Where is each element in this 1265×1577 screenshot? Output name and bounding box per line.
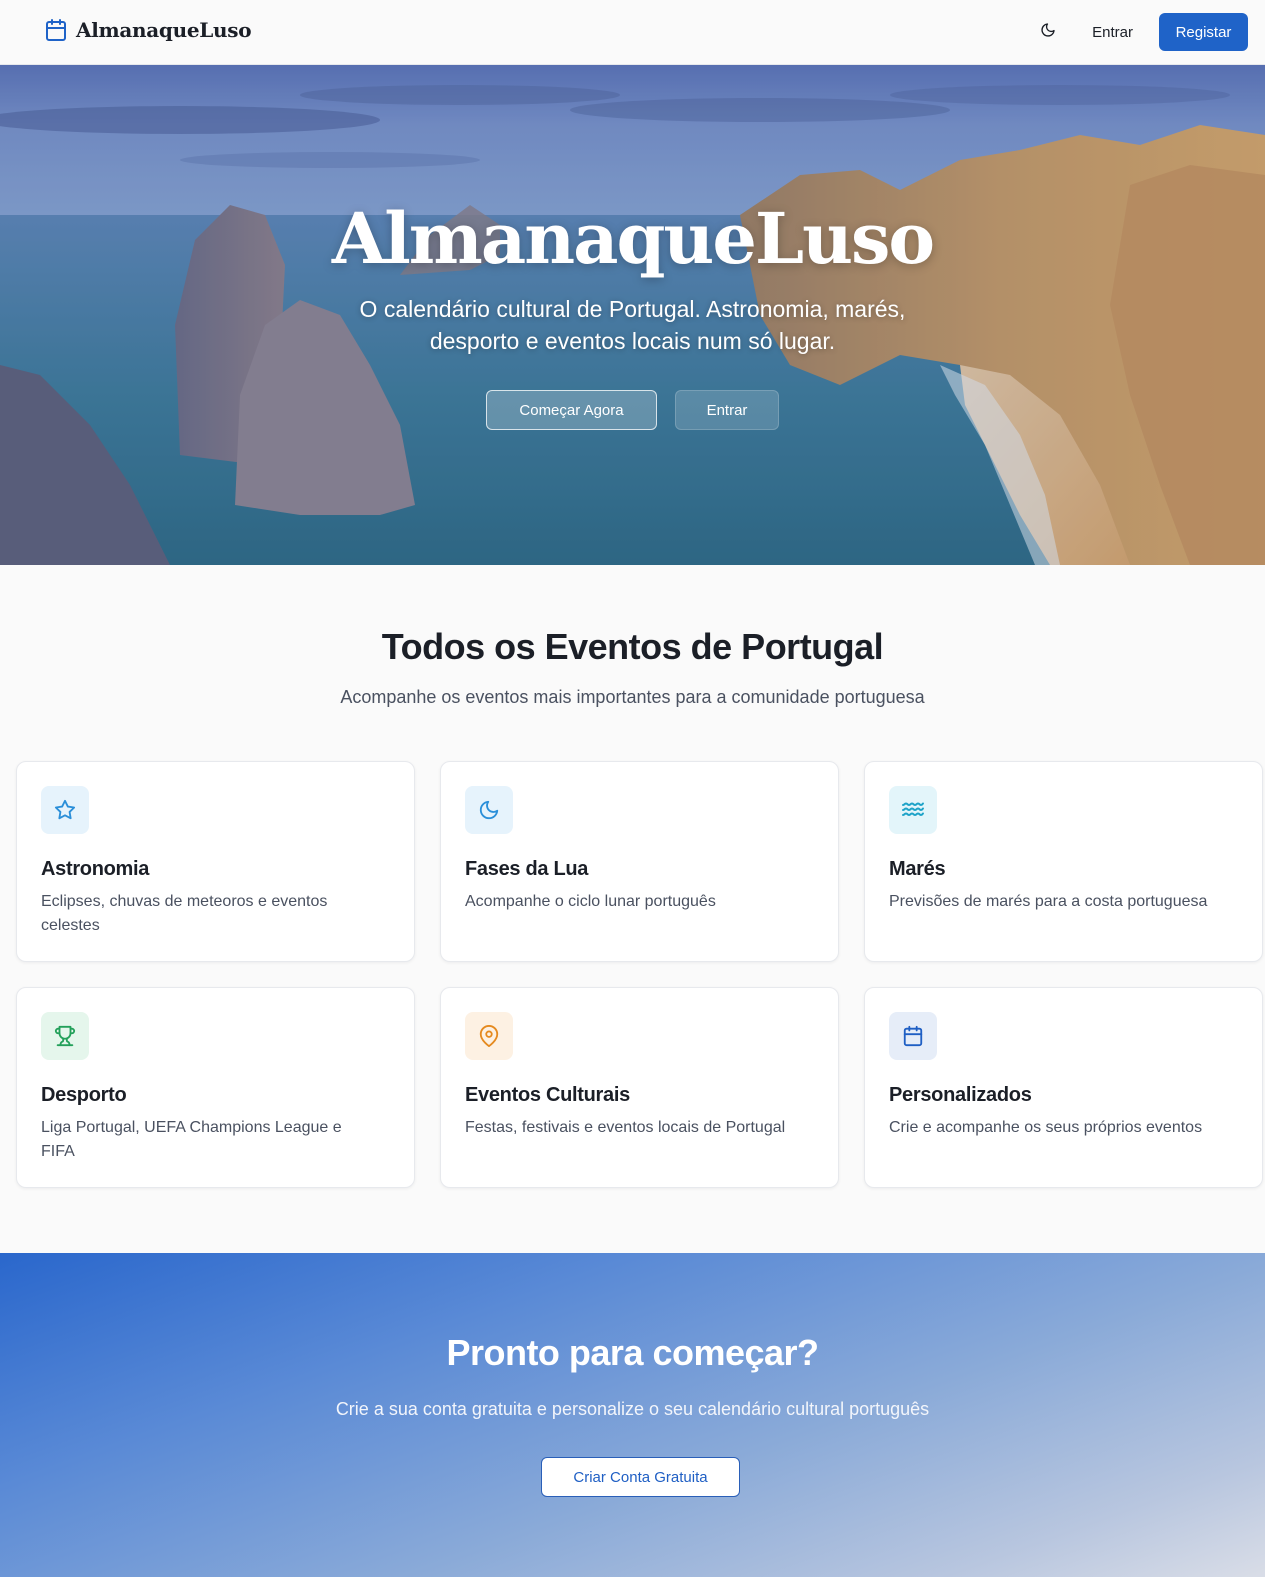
card-title: Desporto [41,1084,127,1106]
card-description: Previsões de marés para a costa portugue… [889,893,1208,910]
hero-content: AlmanaqueLuso O calendário cultural de P… [0,65,1265,565]
map-pin-icon [465,1012,513,1060]
feature-card-cultural-events[interactable]: Eventos Culturais Festas, festivais e ev… [440,987,839,1188]
card-description: Eclipses, chuvas de meteoros e eventos c… [41,893,328,934]
cta-subtitle: Crie a sua conta gratuita e personalize … [335,1399,930,1419]
hero-login-button[interactable]: Entrar [675,390,779,430]
moon-icon [465,786,513,834]
cta-section: Pronto para começar? Crie a sua conta gr… [0,1253,1265,1577]
start-now-button[interactable]: Começar Agora [486,390,657,430]
navbar: AlmanaqueLuso Entrar Registar [0,0,1265,65]
feature-card-sports[interactable]: Desporto Liga Portugal, UEFA Champions L… [16,987,415,1188]
trophy-icon [41,1012,89,1060]
feature-card-moon-phases[interactable]: Fases da Lua Acompanhe o ciclo lunar por… [440,761,839,962]
calendar-icon [889,1012,937,1060]
hero-title: AlmanaqueLuso [331,197,935,280]
card-title: Eventos Culturais [465,1084,630,1106]
calendar-icon [44,18,68,42]
hero-subtitle: O calendário cultural de Portugal. Astro… [359,296,906,354]
features-title: Todos os Eventos de Portugal [381,626,884,667]
card-description: Liga Portugal, UEFA Champions League e F… [41,1119,342,1160]
moon-icon [1040,22,1056,43]
card-title: Astronomia [41,858,150,880]
card-description: Acompanhe o ciclo lunar português [465,893,716,910]
card-description: Festas, festivais e eventos locais de Po… [465,1119,786,1136]
feature-card-tides[interactable]: Marés Previsões de marés para a costa po… [864,761,1263,962]
create-free-account-button[interactable]: Criar Conta Gratuita [541,1457,740,1497]
brand-name: AlmanaqueLuso [76,18,252,42]
card-title: Personalizados [889,1084,1032,1106]
card-title: Marés [889,858,946,880]
hero-buttons: Começar Agora Entrar [0,390,1265,430]
brand[interactable]: AlmanaqueLuso [44,18,252,42]
theme-toggle-button[interactable] [1030,14,1066,50]
register-button[interactable]: Registar [1159,13,1248,51]
star-icon [41,786,89,834]
card-title: Fases da Lua [465,858,589,880]
card-description: Crie e acompanhe os seus próprios evento… [889,1119,1203,1136]
features-subtitle: Acompanhe os eventos mais importantes pa… [340,687,925,707]
feature-card-astronomy[interactable]: Astronomia Eclipses, chuvas de meteoros … [16,761,415,962]
hero-section: AlmanaqueLuso O calendário cultural de P… [0,65,1265,565]
nav-actions: Entrar Registar [1030,13,1248,51]
waves-icon [889,786,937,834]
cta-title: Pronto para começar? [446,1332,819,1373]
feature-card-custom[interactable]: Personalizados Crie e acompanhe os seus … [864,987,1263,1188]
feature-cards: Astronomia Eclipses, chuvas de meteoros … [16,761,1264,1188]
login-button[interactable]: Entrar [1078,15,1147,50]
